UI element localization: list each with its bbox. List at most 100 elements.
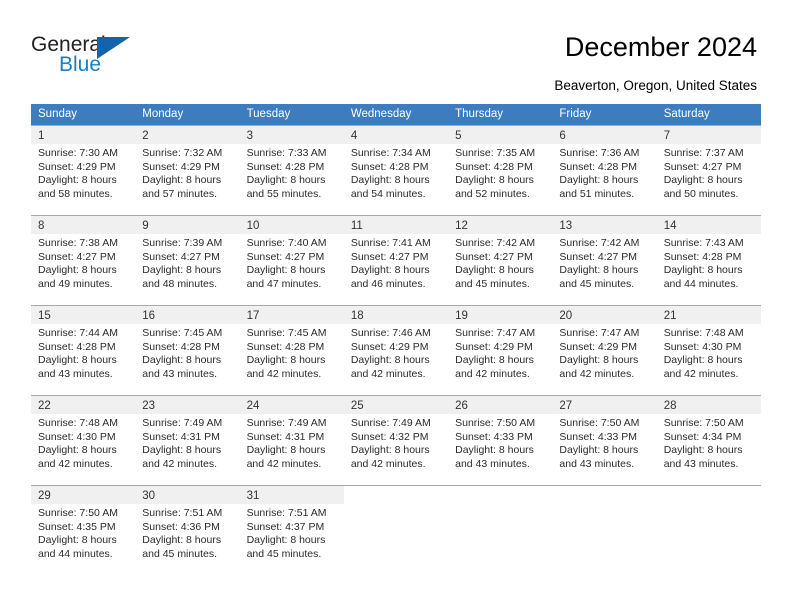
day-cell[interactable]: 23 Sunrise: 7:49 AM Sunset: 4:31 PM Dayl…: [135, 396, 240, 485]
day-cell[interactable]: 7 Sunrise: 7:37 AM Sunset: 4:27 PM Dayli…: [656, 126, 761, 215]
day-cell[interactable]: 24 Sunrise: 7:49 AM Sunset: 4:31 PM Dayl…: [239, 396, 344, 485]
daylight-text-line1: Daylight: 8 hours: [246, 174, 326, 187]
day-cell-empty: [656, 486, 761, 575]
sunset-text: Sunset: 4:27 PM: [246, 250, 325, 263]
sunrise-text: Sunrise: 7:49 AM: [246, 417, 327, 429]
sunset-text: Sunset: 4:28 PM: [246, 340, 325, 353]
daylight-text-line1: Daylight: 8 hours: [559, 444, 639, 457]
day-number: 16: [142, 310, 156, 322]
sunset-text: Sunset: 4:33 PM: [559, 430, 638, 443]
sunrise-text: Sunrise: 7:50 AM: [663, 417, 744, 429]
day-number: 6: [559, 130, 566, 142]
sunrise-text: Sunrise: 7:46 AM: [350, 327, 431, 339]
day-info: Sunrise: 7:51 AM Sunset: 4:36 PM Dayligh…: [135, 504, 239, 561]
sunrise-text: Sunrise: 7:49 AM: [350, 417, 431, 429]
day-cell[interactable]: 16 Sunrise: 7:45 AM Sunset: 4:28 PM Dayl…: [135, 306, 240, 395]
day-number: 5: [455, 130, 462, 142]
day-number: 15: [38, 310, 51, 322]
day-cell[interactable]: 6 Sunrise: 7:36 AM Sunset: 4:28 PM Dayli…: [552, 126, 657, 215]
daylight-text-line2: and 54 minutes.: [350, 187, 426, 200]
sunset-text: Sunset: 4:27 PM: [663, 160, 742, 173]
day-cell[interactable]: 31 Sunrise: 7:51 AM Sunset: 4:37 PM Dayl…: [239, 486, 344, 575]
day-number-band: 14: [656, 216, 761, 234]
day-cell[interactable]: 8 Sunrise: 7:38 AM Sunset: 4:27 PM Dayli…: [31, 216, 136, 305]
daylight-text-line1: Daylight: 8 hours: [246, 354, 326, 367]
day-number: 11: [350, 220, 363, 232]
day-number-band: 24: [239, 396, 344, 414]
day-number-band: 5: [448, 126, 553, 144]
day-number-band: 30: [135, 486, 240, 504]
day-info: Sunrise: 7:46 AM Sunset: 4:29 PM Dayligh…: [344, 324, 448, 381]
day-info: Sunrise: 7:41 AM Sunset: 4:27 PM Dayligh…: [344, 234, 448, 291]
day-info: Sunrise: 7:35 AM Sunset: 4:28 PM Dayligh…: [448, 144, 552, 201]
daylight-text-line2: and 42 minutes.: [142, 457, 217, 470]
day-cell[interactable]: 21 Sunrise: 7:48 AM Sunset: 4:30 PM Dayl…: [656, 306, 761, 395]
day-cell[interactable]: 25 Sunrise: 7:49 AM Sunset: 4:32 PM Dayl…: [343, 396, 449, 485]
sunset-text: Sunset: 4:30 PM: [38, 430, 116, 443]
day-info: Sunrise: 7:45 AM Sunset: 4:28 PM Dayligh…: [240, 324, 344, 381]
daylight-text-line1: Daylight: 8 hours: [559, 264, 639, 277]
day-cell[interactable]: 12 Sunrise: 7:42 AM Sunset: 4:27 PM Dayl…: [448, 216, 553, 305]
daylight-text-line2: and 57 minutes.: [142, 187, 217, 200]
sunrise-text: Sunrise: 7:36 AM: [559, 147, 640, 159]
day-cell[interactable]: 20 Sunrise: 7:47 AM Sunset: 4:29 PM Dayl…: [552, 306, 657, 395]
day-number-band: 28: [656, 396, 761, 414]
day-cell[interactable]: 27 Sunrise: 7:50 AM Sunset: 4:33 PM Dayl…: [552, 396, 657, 485]
day-number-band: 21: [656, 306, 761, 324]
day-info: Sunrise: 7:36 AM Sunset: 4:28 PM Dayligh…: [552, 144, 656, 201]
sunrise-text: Sunrise: 7:35 AM: [455, 147, 536, 159]
day-cell[interactable]: 4 Sunrise: 7:34 AM Sunset: 4:28 PM Dayli…: [343, 126, 449, 215]
day-cell[interactable]: 1 Sunrise: 7:30 AM Sunset: 4:29 PM Dayli…: [31, 126, 136, 215]
day-number: 22: [38, 400, 51, 412]
day-number-band: 18: [343, 306, 449, 324]
sunrise-text: Sunrise: 7:42 AM: [559, 237, 640, 249]
day-number: 12: [455, 220, 468, 232]
daylight-text-line1: Daylight: 8 hours: [246, 264, 326, 277]
day-cell[interactable]: 13 Sunrise: 7:42 AM Sunset: 4:27 PM Dayl…: [552, 216, 657, 305]
day-cell[interactable]: 22 Sunrise: 7:48 AM Sunset: 4:30 PM Dayl…: [31, 396, 136, 485]
daylight-text-line1: Daylight: 8 hours: [455, 264, 534, 277]
logo-text-blue: Blue: [59, 53, 102, 76]
daylight-text-line2: and 42 minutes.: [38, 457, 113, 470]
day-info: Sunrise: 7:50 AM Sunset: 4:35 PM Dayligh…: [31, 504, 135, 561]
day-cell[interactable]: 30 Sunrise: 7:51 AM Sunset: 4:36 PM Dayl…: [135, 486, 240, 575]
day-number: 29: [38, 490, 51, 502]
weekday-header-sunday: Sunday: [38, 108, 78, 120]
day-info: Sunrise: 7:50 AM Sunset: 4:33 PM Dayligh…: [552, 414, 656, 471]
day-number-band: [343, 486, 449, 504]
day-cell[interactable]: 17 Sunrise: 7:45 AM Sunset: 4:28 PM Dayl…: [239, 306, 344, 395]
day-cell[interactable]: 5 Sunrise: 7:35 AM Sunset: 4:28 PM Dayli…: [448, 126, 553, 215]
day-cell[interactable]: 10 Sunrise: 7:40 AM Sunset: 4:27 PM Dayl…: [239, 216, 344, 305]
daylight-text-line2: and 43 minutes.: [455, 457, 530, 470]
day-cell[interactable]: 28 Sunrise: 7:50 AM Sunset: 4:34 PM Dayl…: [656, 396, 761, 485]
day-number-band: 29: [31, 486, 136, 504]
day-cell[interactable]: 2 Sunrise: 7:32 AM Sunset: 4:29 PM Dayli…: [135, 126, 240, 215]
sunset-text: Sunset: 4:37 PM: [246, 520, 325, 533]
day-cell[interactable]: 14 Sunrise: 7:43 AM Sunset: 4:28 PM Dayl…: [656, 216, 761, 305]
day-cell[interactable]: 15 Sunrise: 7:44 AM Sunset: 4:28 PM Dayl…: [31, 306, 136, 395]
day-cell[interactable]: 19 Sunrise: 7:47 AM Sunset: 4:29 PM Dayl…: [448, 306, 553, 395]
week-row: 29 Sunrise: 7:50 AM Sunset: 4:35 PM Dayl…: [31, 485, 761, 575]
sunset-text: Sunset: 4:28 PM: [350, 160, 429, 173]
day-cell[interactable]: 3 Sunrise: 7:33 AM Sunset: 4:28 PM Dayli…: [239, 126, 344, 215]
day-cell[interactable]: 29 Sunrise: 7:50 AM Sunset: 4:35 PM Dayl…: [31, 486, 136, 575]
day-number: 4: [350, 130, 358, 142]
daylight-text-line2: and 55 minutes.: [246, 187, 322, 200]
day-number: 27: [559, 400, 573, 412]
day-number-band: 20: [552, 306, 657, 324]
daylight-text-line2: and 43 minutes.: [38, 367, 113, 380]
day-number: 21: [663, 310, 677, 322]
day-info: Sunrise: 7:50 AM Sunset: 4:34 PM Dayligh…: [657, 414, 761, 471]
daylight-text-line2: and 43 minutes.: [142, 367, 217, 380]
general-blue-logo[interactable]: General Blue: [31, 33, 171, 81]
day-number-band: 4: [343, 126, 449, 144]
sunset-text: Sunset: 4:31 PM: [142, 430, 220, 443]
day-info: Sunrise: 7:42 AM Sunset: 4:27 PM Dayligh…: [448, 234, 552, 291]
daylight-text-line1: Daylight: 8 hours: [350, 174, 430, 187]
day-cell[interactable]: 18 Sunrise: 7:46 AM Sunset: 4:29 PM Dayl…: [343, 306, 449, 395]
day-info: Sunrise: 7:40 AM Sunset: 4:27 PM Dayligh…: [240, 234, 344, 291]
day-number: 18: [350, 310, 364, 322]
day-cell[interactable]: 11 Sunrise: 7:41 AM Sunset: 4:27 PM Dayl…: [343, 216, 449, 305]
day-cell[interactable]: 26 Sunrise: 7:50 AM Sunset: 4:33 PM Dayl…: [448, 396, 553, 485]
day-cell[interactable]: 9 Sunrise: 7:39 AM Sunset: 4:27 PM Dayli…: [135, 216, 240, 305]
